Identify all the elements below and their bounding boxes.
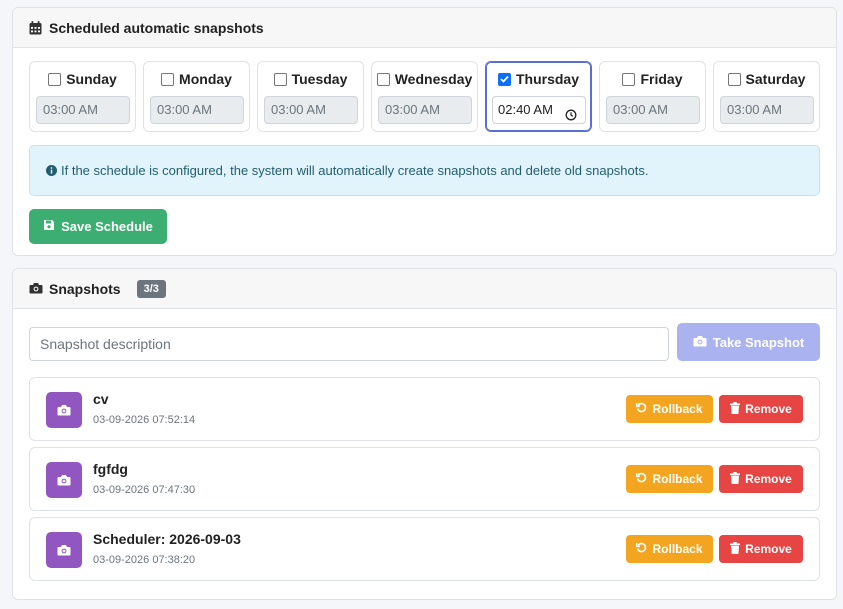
remove-label: Remove: [745, 402, 792, 416]
clock-icon[interactable]: [565, 104, 577, 130]
save-schedule-label: Save Schedule: [61, 219, 153, 234]
snapshot-item: Scheduler: 2026-09-03 03-09-2026 07:38:2…: [29, 517, 820, 581]
day-header: Wednesday: [372, 71, 477, 87]
day-saturday: Saturday 03:00 AM: [713, 61, 820, 132]
day-label: Friday: [640, 71, 683, 87]
trash-icon: [730, 401, 741, 417]
info-text: If the schedule is configured, the syste…: [61, 163, 649, 178]
schedule-info-alert: If the schedule is configured, the syste…: [29, 145, 820, 196]
schedule-header: Scheduled automatic snapshots: [13, 8, 836, 48]
remove-label: Remove: [745, 472, 792, 486]
day-label: Saturday: [745, 71, 806, 87]
snapshot-avatar: [46, 462, 82, 498]
day-list: Sunday 03:00 AM Monday 03:00 AM Tuesday …: [29, 61, 820, 132]
day-header: Friday: [600, 71, 705, 87]
day-label: Monday: [179, 71, 232, 87]
monday-time-input: 03:00 AM: [150, 96, 244, 124]
rollback-button[interactable]: Rollback: [626, 535, 713, 563]
floppy-disk-icon: [43, 219, 55, 234]
snapshot-date: 03-09-2026 07:38:20: [93, 554, 196, 566]
snapshot-avatar: [46, 532, 82, 568]
snapshots-title: Snapshots: [49, 280, 121, 297]
camera-icon: [693, 335, 707, 350]
day-header: Sunday: [30, 71, 135, 87]
camera-icon: [57, 475, 71, 486]
day-label: Thursday: [515, 71, 579, 87]
day-sunday: Sunday 03:00 AM: [29, 61, 136, 132]
tuesday-time-input: 03:00 AM: [264, 96, 358, 124]
calendar-icon: [29, 20, 43, 35]
schedule-title: Scheduled automatic snapshots: [49, 19, 264, 36]
day-label: Tuesday: [291, 71, 348, 87]
day-label: Wednesday: [394, 71, 473, 87]
snapshot-name: cv: [93, 391, 109, 407]
camera-icon: [29, 282, 43, 296]
camera-icon: [57, 545, 71, 556]
wednesday-checkbox[interactable]: [376, 72, 390, 86]
remove-button[interactable]: Remove: [719, 395, 803, 423]
day-thursday: Thursday 02:40 AM: [485, 61, 592, 132]
remove-button[interactable]: Remove: [719, 535, 803, 563]
rollback-button[interactable]: Rollback: [626, 395, 713, 423]
day-header: Saturday: [714, 71, 819, 87]
remove-label: Remove: [745, 542, 792, 556]
day-header: Thursday: [486, 71, 591, 87]
info-circle-icon: [46, 165, 57, 176]
saturday-time-input: 03:00 AM: [720, 96, 814, 124]
rollback-icon: [636, 402, 647, 416]
schedule-card: Scheduled automatic snapshots Sunday 03:…: [12, 7, 837, 256]
snapshot-description-input[interactable]: [29, 327, 669, 361]
wednesday-time-input: 03:00 AM: [378, 96, 472, 124]
snapshot-item: cv 03-09-2026 07:52:14 Rollback Remove: [29, 377, 820, 441]
remove-button[interactable]: Remove: [719, 465, 803, 493]
sunday-checkbox[interactable]: [48, 72, 62, 86]
rollback-label: Rollback: [652, 542, 703, 556]
rollback-icon: [636, 542, 647, 556]
camera-icon: [57, 405, 71, 416]
save-schedule-button[interactable]: Save Schedule: [29, 209, 167, 244]
day-label: Sunday: [66, 71, 117, 87]
snapshot-item: fgfdg 03-09-2026 07:47:30 Rollback Remov…: [29, 447, 820, 511]
snapshot-list: cv 03-09-2026 07:52:14 Rollback Remove f…: [29, 377, 820, 587]
day-header: Monday: [144, 71, 249, 87]
snapshot-count-badge: 3/3: [136, 279, 166, 298]
snapshot-avatar: [46, 392, 82, 428]
trash-icon: [730, 471, 741, 487]
rollback-button[interactable]: Rollback: [626, 465, 713, 493]
take-snapshot-button[interactable]: Take Snapshot: [677, 323, 820, 361]
day-header: Tuesday: [258, 71, 363, 87]
saturday-checkbox[interactable]: [727, 72, 741, 86]
snapshot-date: 03-09-2026 07:52:14: [93, 414, 196, 426]
snapshots-card: Snapshots 3/3 Take Snapshot cv 03-09-202…: [12, 268, 837, 600]
thursday-checkbox[interactable]: [497, 72, 511, 86]
sunday-time-input: 03:00 AM: [36, 96, 130, 124]
friday-checkbox[interactable]: [622, 72, 636, 86]
snapshot-name: fgfdg: [93, 461, 128, 477]
thursday-time-input[interactable]: 02:40 AM: [492, 96, 586, 124]
friday-time-input: 03:00 AM: [606, 96, 700, 124]
check-icon: [500, 75, 509, 83]
take-snapshot-label: Take Snapshot: [712, 334, 805, 350]
trash-icon: [730, 541, 741, 557]
day-wednesday: Wednesday 03:00 AM: [371, 61, 478, 132]
snapshots-header: Snapshots 3/3: [13, 269, 836, 309]
day-tuesday: Tuesday 03:00 AM: [257, 61, 364, 132]
time-value: 02:40 AM: [498, 102, 553, 117]
tuesday-checkbox[interactable]: [273, 72, 287, 86]
day-friday: Friday 03:00 AM: [599, 61, 706, 132]
snapshot-name: Scheduler: 2026-09-03: [93, 531, 241, 547]
rollback-icon: [636, 472, 647, 486]
monday-checkbox[interactable]: [161, 72, 175, 86]
snapshot-date: 03-09-2026 07:47:30: [93, 484, 196, 496]
rollback-label: Rollback: [652, 472, 703, 486]
rollback-label: Rollback: [652, 402, 703, 416]
day-monday: Monday 03:00 AM: [143, 61, 250, 132]
